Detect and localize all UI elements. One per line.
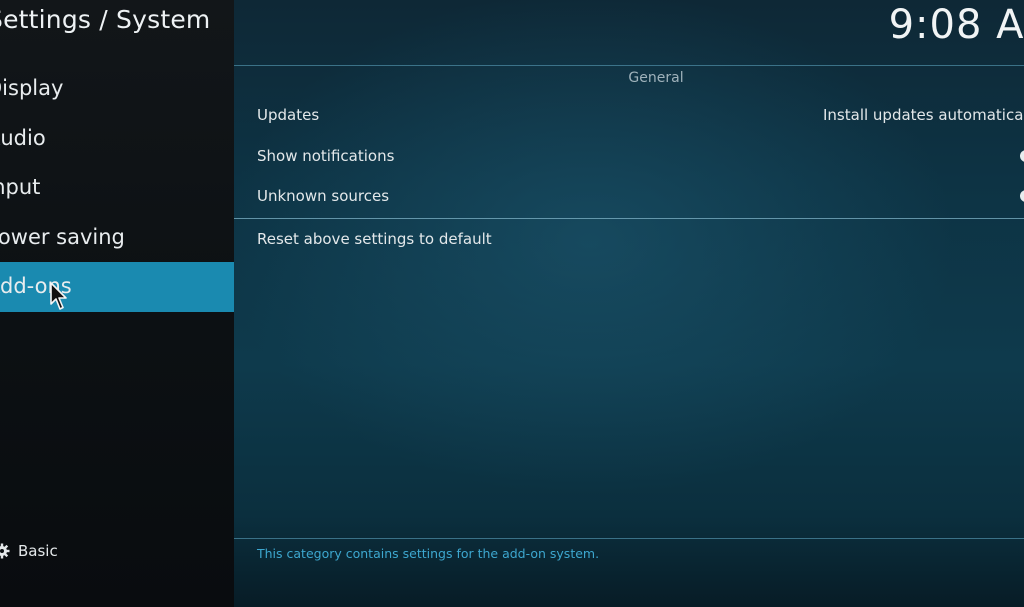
toggle-switch[interactable] [1020,190,1024,202]
sidebar: Settings / System Display Audio Input Po… [0,0,234,607]
sidebar-item-input[interactable]: Input [0,163,234,213]
settings-panel: 9:08 AM General Updates Install updates … [234,0,1024,607]
sidebar-item-label: Audio [0,125,46,150]
group-header: General [628,70,684,86]
setting-label: Show notifications [257,147,395,165]
gear-icon [0,543,10,559]
sidebar-item-display[interactable]: Display [0,64,234,114]
setting-show-notifications[interactable]: Show notifications [234,136,1024,176]
setting-label: Updates [257,106,320,124]
category-list: Display Audio Input Power saving Add-ons [0,64,234,312]
toggle-switch[interactable] [1020,150,1024,162]
setting-value: Install updates automatically [823,106,1024,124]
divider [234,538,1024,539]
page-title: Settings / System [0,5,211,34]
clock: 9:08 AM [888,2,1024,48]
reset-label: Reset above settings to default [257,230,492,248]
sidebar-item-add-ons[interactable]: Add-ons [0,262,234,312]
setting-unknown-sources[interactable]: Unknown sources [234,176,1024,216]
settings-screen: Settings / System Display Audio Input Po… [0,0,1024,607]
sidebar-item-audio[interactable]: Audio [0,114,234,164]
sidebar-item-label: Input [0,175,41,199]
setting-updates[interactable]: Updates Install updates automatically [234,95,1024,135]
sidebar-item-label: Power saving [0,224,125,249]
category-description: This category contains settings for the … [257,546,600,561]
setting-label: Unknown sources [257,187,390,205]
mouse-pointer-icon [50,282,67,310]
sidebar-item-power-saving[interactable]: Power saving [0,213,234,263]
settings-level-label: Basic [18,542,58,560]
sidebar-item-label: Display [0,76,64,100]
reset-settings-button[interactable]: Reset above settings to default [234,219,1024,259]
divider [234,65,1024,66]
settings-level-button[interactable]: Basic [0,538,58,564]
